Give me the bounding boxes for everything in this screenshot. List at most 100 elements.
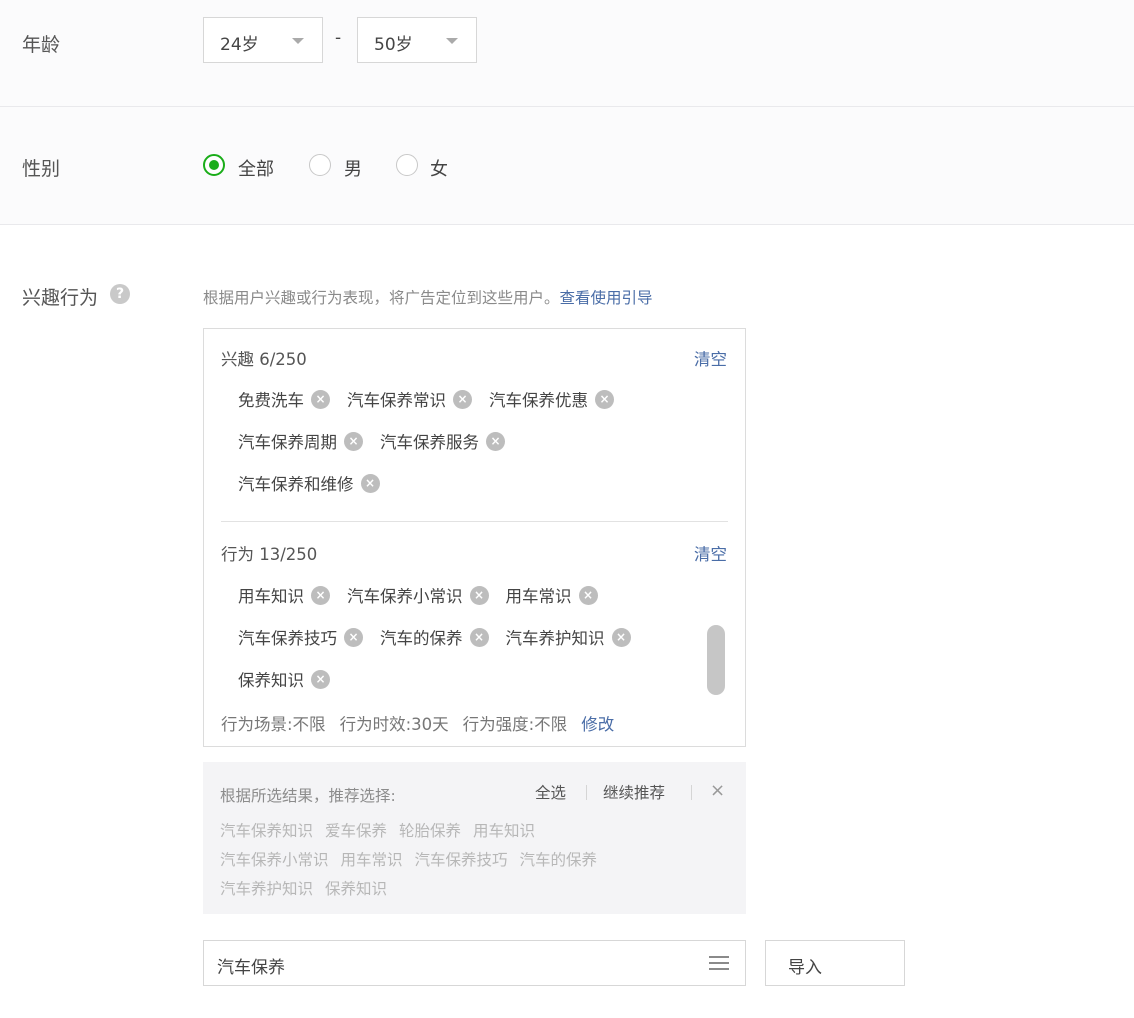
interest-tag: 汽车保养和维修 ×	[238, 471, 380, 495]
interests-title: 兴趣 6/250	[221, 350, 307, 369]
tag-label: 汽车养护知识	[505, 629, 605, 648]
interest-tag: 免费洗车 ×	[238, 387, 330, 411]
selected-targets-panel: 兴趣 6/250 清空 免费洗车 × 汽车保养常识 × 汽车保养优惠 × 汽车保养周期…	[203, 328, 746, 747]
list-icon[interactable]	[709, 956, 729, 970]
gender-all-radio[interactable]	[203, 154, 225, 176]
tag-label: 汽车保养和维修	[238, 475, 354, 494]
behavior-intensity: 行为强度:不限	[462, 715, 568, 734]
recommended-item[interactable]: 保养知识	[325, 880, 387, 898]
behavior-tag: 汽车的保养 ×	[380, 625, 489, 649]
tag-label: 汽车保养周期	[238, 433, 337, 452]
gender-row	[0, 107, 1134, 224]
recommendation-row: 汽车保养知识 爱车保养 轮胎保养 用车知识	[220, 819, 547, 841]
recommended-item[interactable]: 用车常识	[341, 851, 403, 869]
remove-tag-icon[interactable]: ×	[311, 585, 330, 605]
behavior-tag: 用车知识 ×	[238, 583, 330, 607]
remove-tag-icon[interactable]: ×	[486, 431, 505, 451]
recommended-item[interactable]: 轮胎保养	[399, 822, 461, 840]
remove-tag-icon[interactable]: ×	[344, 431, 363, 451]
behavior-timeliness: 行为时效:30天	[339, 715, 449, 734]
behavior-tag: 用车常识 ×	[506, 583, 598, 607]
remove-tag-icon[interactable]: ×	[311, 669, 330, 689]
interest-behavior-label: 兴趣行为	[22, 287, 99, 309]
section-divider	[221, 521, 728, 522]
recommended-item[interactable]: 用车知识	[473, 822, 535, 840]
recommended-item[interactable]: 汽车保养知识	[220, 822, 313, 840]
behavior-tag: 保养知识 ×	[238, 667, 330, 691]
panel-scrollbar[interactable]	[707, 625, 725, 695]
tag-label: 汽车保养优惠	[489, 391, 588, 410]
interest-search-input[interactable]: 汽车保养	[203, 940, 746, 986]
recommended-item[interactable]: 汽车保养小常识	[220, 851, 329, 869]
remove-tag-icon[interactable]: ×	[611, 627, 631, 647]
divider	[0, 224, 1134, 225]
usage-guide-link[interactable]: 查看使用引导	[560, 289, 653, 307]
search-value: 汽车保养	[217, 958, 285, 978]
import-button[interactable]: 导入	[765, 940, 905, 986]
select-all-button[interactable]: 全选	[535, 781, 566, 803]
caret-down-icon	[292, 38, 304, 44]
interest-hint-text: 根据用户兴趣或行为表现，将广告定位到这些用户。	[203, 289, 560, 307]
tag-label: 用车常识	[505, 587, 572, 606]
close-icon[interactable]: ×	[710, 780, 725, 801]
interest-tag: 汽车保养周期 ×	[238, 429, 363, 453]
behaviors-title: 行为 13/250	[221, 545, 318, 564]
tag-label: 用车知识	[238, 587, 304, 606]
gender-male-label[interactable]: 男	[344, 155, 362, 181]
recommended-item[interactable]: 汽车保养技巧	[415, 851, 508, 869]
behavior-tags-row: 汽车保养技巧 × 汽车的保养 × 汽车养护知识 ×	[238, 625, 648, 649]
gender-label: 性别	[22, 158, 61, 180]
behavior-tag: 汽车保养技巧 ×	[238, 625, 363, 649]
remove-tag-icon[interactable]: ×	[595, 389, 614, 409]
behavior-scene: 行为场景:不限	[221, 715, 326, 734]
continue-recommend-button[interactable]: 继续推荐	[603, 781, 665, 803]
age-row	[0, 0, 1134, 106]
behaviors-clear-link[interactable]: 清空	[694, 541, 727, 565]
help-icon[interactable]: ?	[110, 284, 130, 304]
behavior-tags-row: 用车知识 × 汽车保养小常识 × 用车常识 ×	[238, 583, 615, 607]
recommendation-row: 汽车养护知识 保养知识	[220, 877, 399, 899]
age-max-select[interactable]: 50岁	[357, 17, 477, 63]
interest-tags-row: 汽车保养周期 × 汽车保养服务 ×	[238, 429, 522, 453]
separator	[691, 785, 692, 800]
remove-tag-icon[interactable]: ×	[311, 389, 330, 409]
recommendation-title: 根据所选结果，推荐选择:	[220, 787, 396, 805]
recommended-item[interactable]: 汽车的保养	[520, 851, 598, 869]
interest-tag: 汽车保养服务 ×	[380, 429, 505, 453]
interest-tag: 汽车保养优惠 ×	[489, 387, 614, 411]
behavior-tag: 汽车养护知识 ×	[506, 625, 631, 649]
remove-tag-icon[interactable]: ×	[360, 473, 380, 493]
interest-tags-row: 免费洗车 × 汽车保养常识 × 汽车保养优惠 ×	[238, 387, 631, 411]
gender-female-label[interactable]: 女	[430, 155, 448, 181]
remove-tag-icon[interactable]: ×	[453, 389, 472, 409]
age-label: 年龄	[22, 34, 61, 56]
tag-label: 汽车保养服务	[380, 433, 479, 452]
remove-tag-icon[interactable]: ×	[344, 627, 363, 647]
tag-label: 汽车保养小常识	[347, 587, 463, 606]
recommendation-row: 汽车保养小常识 用车常识 汽车保养技巧 汽车的保养	[220, 848, 609, 870]
caret-down-icon	[446, 38, 458, 44]
tag-label: 汽车保养技巧	[238, 629, 337, 648]
tag-label: 汽车的保养	[380, 629, 463, 648]
tag-label: 保养知识	[238, 671, 304, 690]
age-max-value: 50岁	[374, 35, 413, 55]
tag-label: 汽车保养常识	[347, 391, 446, 410]
gender-female-radio[interactable]	[396, 154, 418, 176]
recommended-item[interactable]: 汽车养护知识	[220, 880, 313, 898]
import-button-label: 导入	[788, 958, 822, 978]
recommended-item[interactable]: 爱车保养	[325, 822, 387, 840]
remove-tag-icon[interactable]: ×	[469, 585, 489, 605]
modify-behavior-link[interactable]: 修改	[581, 715, 614, 734]
behavior-settings: 行为场景:不限 行为时效:30天 行为强度:不限 修改	[221, 711, 614, 735]
remove-tag-icon[interactable]: ×	[469, 627, 489, 647]
age-min-select[interactable]: 24岁	[203, 17, 323, 63]
interest-tags-row: 汽车保养和维修 ×	[238, 471, 397, 495]
tag-label: 免费洗车	[238, 391, 304, 410]
behavior-tag: 汽车保养小常识 ×	[347, 583, 489, 607]
interests-clear-link[interactable]: 清空	[694, 346, 727, 370]
age-range-dash: -	[335, 28, 342, 48]
gender-male-radio[interactable]	[309, 154, 331, 176]
separator	[586, 785, 587, 800]
remove-tag-icon[interactable]: ×	[578, 585, 598, 605]
gender-all-label[interactable]: 全部	[238, 155, 274, 181]
